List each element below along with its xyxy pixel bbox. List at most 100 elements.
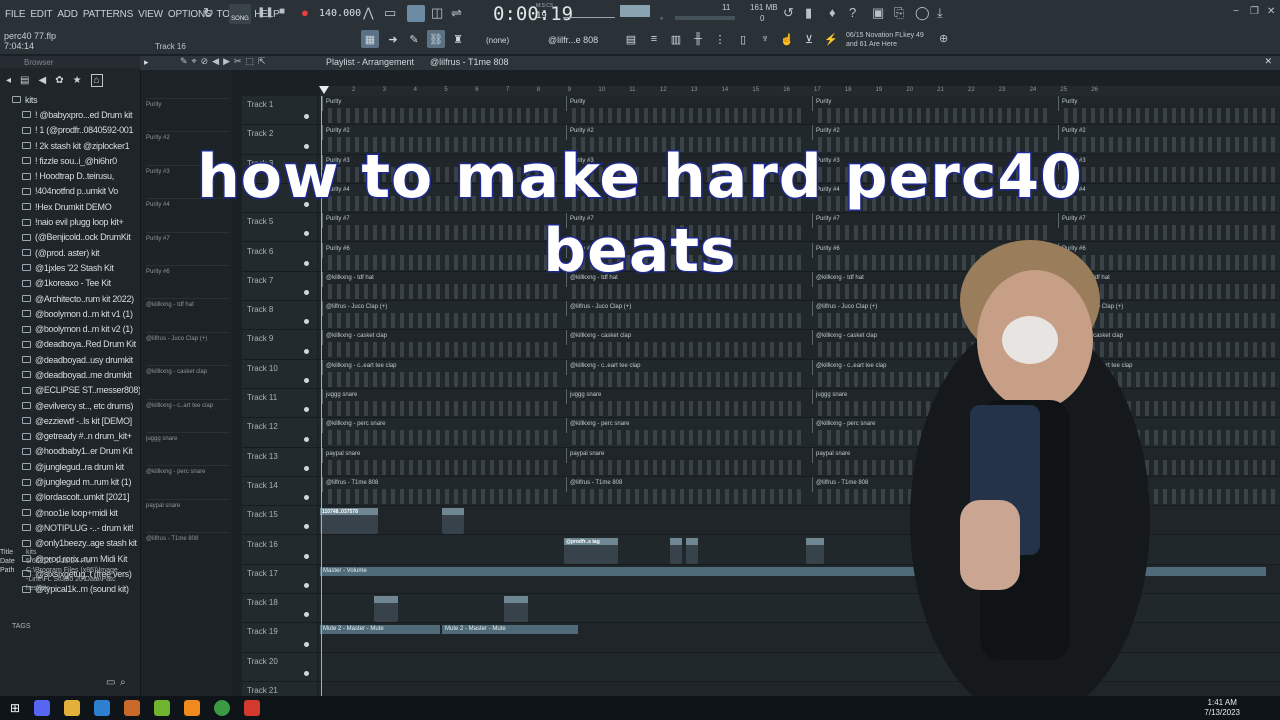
picker-pattern[interactable]: @killkxng - casket clap <box>146 365 230 391</box>
audio-clip[interactable]: @prodfr..s tag <box>564 537 618 564</box>
chrome-icon[interactable] <box>214 700 231 716</box>
channel-rack-icon[interactable]: ≡ <box>645 30 663 48</box>
track-header[interactable]: Track 20 <box>242 653 317 682</box>
audio-clip[interactable] <box>806 537 824 564</box>
browser-folder-item[interactable]: @Architecto..rum kit 2022) <box>0 291 140 306</box>
wait-icon[interactable]: ▭ <box>384 6 396 19</box>
track-header[interactable]: Track 15 <box>242 506 317 536</box>
file-explorer-icon[interactable] <box>64 700 81 716</box>
fl-studio-icon[interactable] <box>184 700 201 716</box>
current-pattern-select[interactable]: @lilfr...e 808 <box>548 35 598 45</box>
arrow-right-icon[interactable]: ➜ <box>384 30 402 48</box>
browser-root-folder[interactable]: kits <box>0 92 140 107</box>
piano-roll-icon[interactable]: ▥ <box>667 30 685 48</box>
browser-folder-item[interactable]: @junglegud..ra drum kit <box>0 459 140 474</box>
speaker-icon[interactable]: ◀ <box>38 75 46 86</box>
track-mute-dot[interactable] <box>304 436 309 442</box>
stamp-icon[interactable]: ♜ <box>449 30 467 48</box>
browser-folder-item[interactable]: @deadboyad..usy drumkit <box>0 352 140 367</box>
chat-icon[interactable]: ◯ <box>915 6 930 19</box>
audio-clip[interactable] <box>504 596 528 623</box>
browser-folder-item[interactable]: @deadboyad..me drumkit <box>0 367 140 382</box>
cart-icon[interactable]: ⊻ <box>800 30 818 48</box>
browser-folder-item[interactable]: @NOTIPLUG -..- drum kit! <box>0 520 140 535</box>
master-volume-slider[interactable] <box>675 16 735 20</box>
track-mute-dot[interactable] <box>304 553 309 559</box>
picker-pattern[interactable]: @killkxng - tdf hat <box>146 298 230 324</box>
channel-icon[interactable]: ⋮ <box>711 30 729 48</box>
playlist-tools[interactable]: ✎⌖⊘◀▶✂⬚⇱ <box>180 56 270 67</box>
record-icon[interactable]: ● <box>301 6 309 19</box>
audio-clip[interactable] <box>374 596 398 623</box>
track-header[interactable]: Track 9 <box>242 330 317 360</box>
audio-clip[interactable] <box>670 537 682 564</box>
playlist-icon[interactable]: ▤ <box>622 30 640 48</box>
track-mute-dot[interactable] <box>304 641 309 647</box>
plugin-icon[interactable]: ♆ <box>756 30 774 48</box>
browser-folder-item[interactable]: @hoodbaby1..er Drum Kit <box>0 444 140 459</box>
browser-icon[interactable]: ▯ <box>734 30 752 48</box>
link-icon[interactable]: ⛓ <box>427 30 445 48</box>
close-icon[interactable]: ✕ <box>1267 7 1275 17</box>
minimize-icon[interactable]: − <box>1233 7 1239 17</box>
reset-icon[interactable]: ↺ <box>783 6 794 19</box>
picker-pattern[interactable]: @killkxng - c..art tee clap <box>146 398 230 425</box>
menu-item[interactable]: EDIT <box>30 9 52 20</box>
track-mute-dot[interactable] <box>304 319 309 325</box>
track-lane[interactable]: Purity Purity Purity Purity <box>318 96 1280 126</box>
audio-clip[interactable] <box>686 537 698 564</box>
menu-item[interactable]: PATTERNS <box>83 9 133 20</box>
help-icon[interactable]: ? <box>849 6 856 19</box>
taskbar-clock[interactable]: 1:41 AM 7/13/2023 <box>1204 698 1240 718</box>
track-mute-dot[interactable] <box>304 612 309 618</box>
track-mute-dot[interactable] <box>304 348 309 354</box>
track-header[interactable]: Track 13 <box>242 448 317 477</box>
all-files-icon[interactable]: ▤ <box>20 75 29 86</box>
track-mute-dot[interactable] <box>304 524 309 530</box>
audio-clip[interactable] <box>442 508 464 535</box>
browser-folder-item[interactable]: ! 1 (@prodfr..0840592-001 <box>0 123 140 138</box>
track-header[interactable]: Track 17 <box>242 565 317 595</box>
browser-folder-item[interactable]: @ECLIPSE ST..messer808) <box>0 383 140 398</box>
download-icon[interactable]: ⤓ <box>937 6 943 19</box>
snap-select[interactable]: (none) <box>486 36 509 45</box>
app-icon[interactable] <box>124 700 141 716</box>
mixer-icon[interactable]: ╫ <box>689 30 707 48</box>
song-mode-toggle[interactable]: SONG <box>229 4 251 24</box>
search-icon[interactable]: ⌕ <box>120 678 126 688</box>
picker-pattern[interactable]: Purity <box>146 98 230 124</box>
track-header[interactable]: Track 12 <box>242 418 317 448</box>
export-icon[interactable]: ⎘ <box>894 6 904 19</box>
browser-folder-item[interactable]: @evilvercy st.., etc drums) <box>0 398 140 413</box>
play-icon[interactable]: ❚❚ <box>257 8 274 18</box>
track-mute-dot[interactable] <box>304 377 309 383</box>
browser-folder-item[interactable]: @getready #..n drum_kit+ <box>0 429 140 444</box>
track-header[interactable]: Track 19 <box>242 623 317 653</box>
audio-clip[interactable]: 110748..037578 <box>320 508 378 535</box>
news-panel[interactable]: 06/15 Novation FLkey 49 and 61 Are Here <box>846 31 924 49</box>
picker-pattern[interactable]: @killkxng - perc snare <box>146 465 230 491</box>
track-mute-dot[interactable] <box>304 114 309 120</box>
snap-icon[interactable]: ▦ <box>361 30 379 48</box>
track-header[interactable]: Track 8 <box>242 301 317 331</box>
picker-pattern[interactable]: juggg snare <box>146 432 230 458</box>
timeline-ruler[interactable]: 2 3 4 5 6 7 8 9 10 11 12 13 14 15 16 17 18 19 20 21 22 23 24 25… <box>320 86 1280 96</box>
touch-icon[interactable]: ☝ <box>778 30 796 48</box>
browser-folder-item[interactable]: @boolymon d..m kit v2 (1) <box>0 321 140 336</box>
automation-clip[interactable]: Mute 2 - Master - Mute <box>442 625 578 635</box>
bh-icon[interactable] <box>244 700 261 716</box>
windows-start-icon[interactable]: ⊞ <box>10 701 20 715</box>
mic-icon[interactable]: ♦ <box>829 6 836 19</box>
pencil-icon[interactable]: ✎ <box>405 30 423 48</box>
track-mute-dot[interactable] <box>304 583 309 589</box>
browser-menu-icon[interactable]: ◂ <box>6 75 11 86</box>
track-mute-dot[interactable] <box>304 465 309 471</box>
tempo-display[interactable]: 140.000 <box>319 8 361 19</box>
restore-icon[interactable]: ❐ <box>1250 7 1259 17</box>
stop-icon[interactable]: ■ <box>279 7 285 17</box>
browser-folder-item[interactable]: @junglegud m..rum kit (1) <box>0 474 140 489</box>
piano-icon[interactable]: ▮ <box>805 6 812 19</box>
nvidia-icon[interactable] <box>154 700 171 716</box>
browser-folder-item[interactable]: @lordascolt..umkit [2021] <box>0 490 140 505</box>
time-display[interactable]: 0:00:19 <box>493 3 573 25</box>
